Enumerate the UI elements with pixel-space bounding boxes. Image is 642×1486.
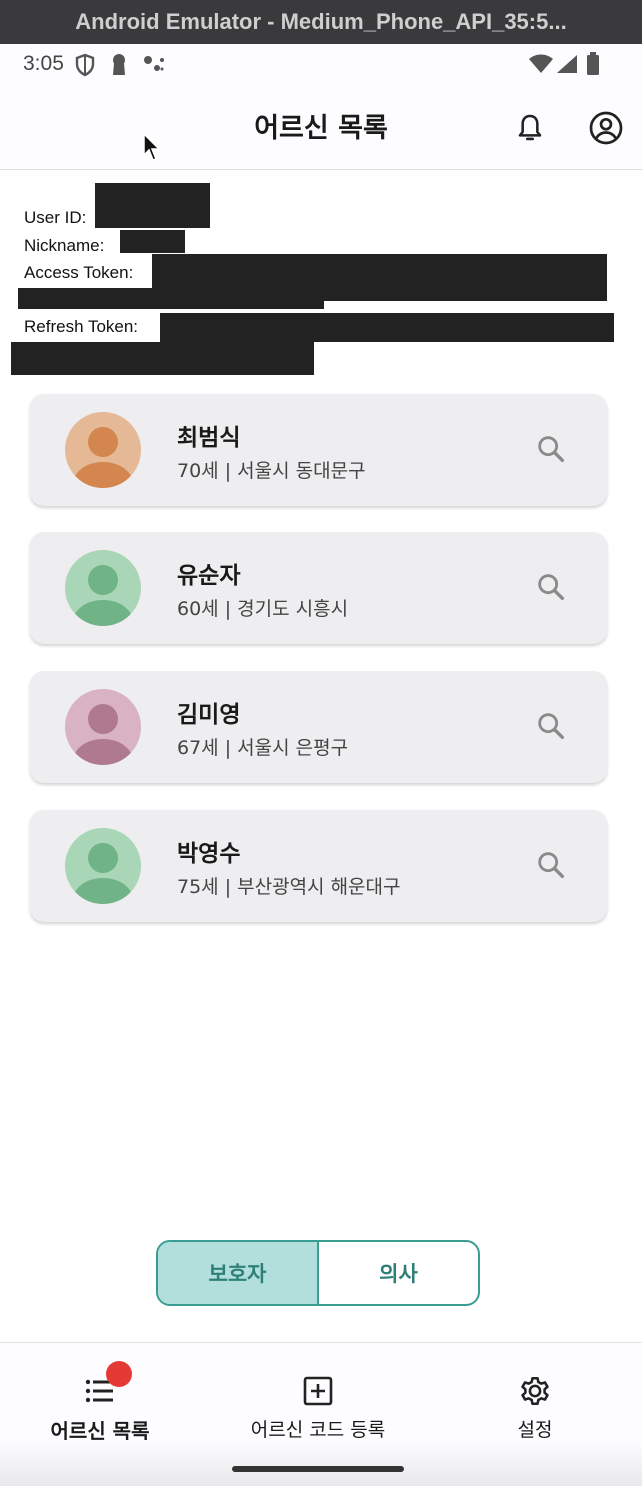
redacted-access-token-line2 [18, 288, 324, 309]
nav-item-settings[interactable]: 설정 [500, 1343, 570, 1453]
elder-card[interactable]: 유순자 60세 | 경기도 시흥시 [30, 532, 607, 644]
profile-button[interactable] [586, 108, 626, 148]
nav-label-settings: 설정 [517, 1419, 553, 1441]
search-icon[interactable] [534, 570, 568, 604]
elder-card[interactable]: 김미영 67세 | 서울시 은평구 [30, 671, 607, 783]
cell-signal-icon [557, 55, 577, 73]
nav-label-register-code: 어르신 코드 등록 [250, 1419, 386, 1441]
redacted-nickname [120, 230, 185, 253]
notifications-button[interactable] [510, 108, 550, 148]
elder-name: 최범식 [177, 425, 241, 451]
elder-details: 60세 | 경기도 시흥시 [177, 598, 349, 620]
account-circle-icon [589, 111, 623, 145]
elder-details: 70세 | 서울시 동대문구 [177, 460, 366, 482]
avatar [65, 689, 141, 765]
battery-icon [587, 52, 599, 75]
bell-icon [518, 114, 542, 141]
access-token-label: Access Token: [24, 263, 134, 282]
assistant-dots-icon [144, 56, 164, 71]
status-time: 3:05 [23, 52, 64, 75]
app-screen: Android Emulator - Medium_Phone_API_35:5… [0, 0, 642, 1486]
refresh-token-label: Refresh Token: [24, 317, 139, 336]
keyhole-icon [113, 54, 125, 75]
app-bar: 어르신 목록 [0, 88, 642, 170]
elder-card[interactable]: 최범식 70세 | 서울시 동대문구 [30, 394, 607, 506]
notification-badge [106, 1361, 132, 1387]
shield-icon [75, 53, 95, 77]
wifi-icon [529, 54, 553, 73]
person-icon [73, 843, 133, 904]
redacted-refresh-token-line2 [11, 342, 314, 375]
person-icon [73, 565, 133, 626]
role-option-guardian[interactable]: 보호자 [158, 1242, 319, 1304]
status-bar: 3:05 [0, 44, 642, 88]
add-box-icon [300, 1373, 336, 1409]
avatar [65, 412, 141, 488]
user-id-label: User ID: [24, 208, 87, 227]
elder-card[interactable]: 박영수 75세 | 부산광역시 해운대구 [30, 810, 607, 922]
search-icon[interactable] [534, 709, 568, 743]
emulator-title-bar: Android Emulator - Medium_Phone_API_35:5… [0, 0, 642, 44]
avatar [65, 828, 141, 904]
elder-name: 김미영 [177, 702, 241, 728]
gear-icon [517, 1373, 553, 1409]
nav-item-elder-list[interactable]: 어르신 목록 [40, 1343, 160, 1453]
role-option-doctor[interactable]: 의사 [319, 1242, 478, 1304]
elder-name: 박영수 [177, 841, 241, 867]
person-icon [73, 704, 133, 765]
avatar [65, 550, 141, 626]
nav-item-register-code[interactable]: 어르신 코드 등록 [238, 1343, 398, 1453]
window-title: Android Emulator - Medium_Phone_API_35:5… [75, 9, 567, 34]
elder-name: 유순자 [177, 563, 241, 589]
elder-details: 75세 | 부산광역시 해운대구 [177, 876, 401, 898]
person-icon [73, 427, 133, 488]
elder-details: 67세 | 서울시 은평구 [177, 737, 349, 759]
search-icon[interactable] [534, 848, 568, 882]
role-toggle: 보호자 의사 [156, 1240, 480, 1306]
nickname-label: Nickname: [24, 236, 105, 255]
search-icon[interactable] [534, 432, 568, 466]
redacted-user-id [95, 183, 210, 228]
list-icon [82, 1361, 132, 1409]
redacted-refresh-token [160, 313, 614, 342]
mouse-cursor-icon [143, 133, 161, 161]
gesture-bar-area [0, 1440, 642, 1486]
